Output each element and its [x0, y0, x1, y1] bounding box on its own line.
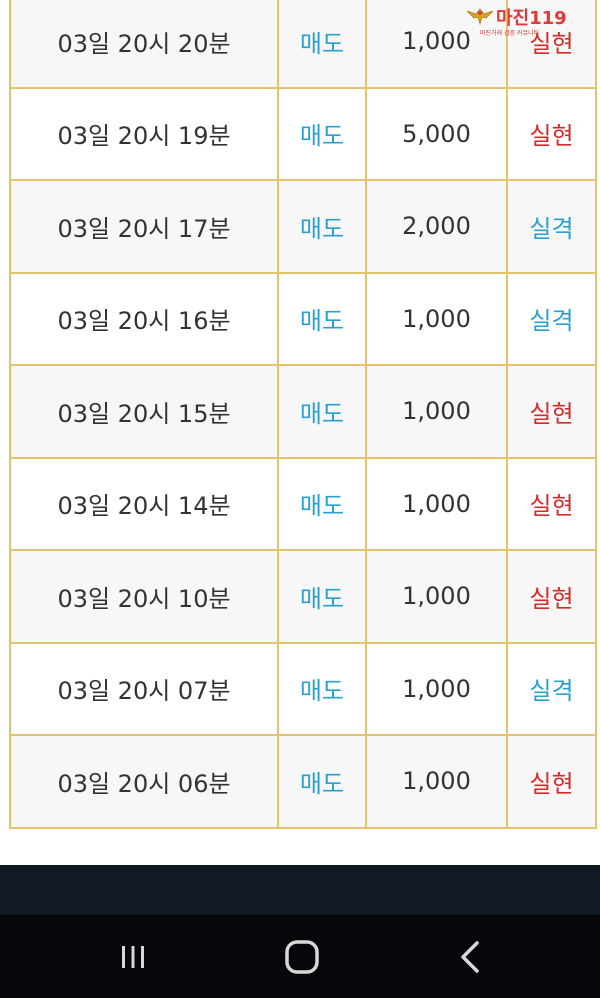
trade-amount: 1,000 [365, 456, 508, 551]
trade-result: 실격 [506, 641, 597, 736]
trade-result: 실현 [506, 364, 597, 459]
table-row: 03일 20시 17분 매도 2,000 실격 [9, 179, 597, 274]
trade-result: 실현 [506, 456, 597, 551]
trade-result: 실현 [506, 734, 597, 829]
back-icon [461, 941, 479, 973]
trade-amount: 1,000 [365, 641, 508, 736]
trade-amount: 1,000 [365, 271, 508, 366]
trade-time: 03일 20시 10분 [9, 549, 279, 644]
trade-type: 매도 [277, 456, 367, 551]
trade-rows: 03일 20시 20분 매도 1,000 실현 03일 20시 19분 매도 5… [9, 0, 597, 829]
recents-icon [122, 946, 144, 968]
trade-time: 03일 20시 16분 [9, 271, 279, 366]
table-row: 03일 20시 06분 매도 1,000 실현 [9, 734, 597, 829]
trade-time: 03일 20시 06분 [9, 734, 279, 829]
logo-tagline: 마진거래 검증 커뮤니티 [480, 30, 540, 37]
trade-time: 03일 20시 17분 [9, 179, 279, 274]
trade-type: 매도 [277, 641, 367, 736]
table-row: 03일 20시 15분 매도 1,000 실현 [9, 364, 597, 459]
eagle-emblem-icon [466, 8, 494, 26]
trade-type: 매도 [277, 549, 367, 644]
trade-result: 실현 [506, 549, 597, 644]
trade-result: 실격 [506, 271, 597, 366]
trade-history-table: 03일 20시 20분 매도 1,000 실현 03일 20시 19분 매도 5… [9, 0, 597, 829]
trade-amount: 1,000 [365, 549, 508, 644]
trade-result: 실격 [506, 179, 597, 274]
trade-amount: 1,000 [365, 734, 508, 829]
page-footer-band [0, 865, 600, 915]
trade-amount: 5,000 [365, 86, 508, 181]
table-row: 03일 20시 16분 매도 1,000 실격 [9, 271, 597, 366]
home-button[interactable] [272, 932, 332, 982]
table-row: 03일 20시 14분 매도 1,000 실현 [9, 456, 597, 551]
trade-type: 매도 [277, 179, 367, 274]
recents-button[interactable] [103, 932, 163, 982]
trade-result: 실현 [506, 86, 597, 181]
trade-time: 03일 20시 19분 [9, 86, 279, 181]
trade-type: 매도 [277, 0, 367, 89]
watermark-logo: 마진119 마진거래 검증 커뮤니티 [466, 2, 594, 42]
home-icon [285, 940, 319, 974]
trade-time: 03일 20시 15분 [9, 364, 279, 459]
android-navigation-bar [0, 915, 600, 998]
table-row: 03일 20시 07분 매도 1,000 실격 [9, 641, 597, 736]
trade-type: 매도 [277, 364, 367, 459]
table-row: 03일 20시 10분 매도 1,000 실현 [9, 549, 597, 644]
trade-time: 03일 20시 07분 [9, 641, 279, 736]
trade-time: 03일 20시 20분 [9, 0, 279, 89]
trade-type: 매도 [277, 271, 367, 366]
trade-history-table-wrap: 03일 20시 20분 매도 1,000 실현 03일 20시 19분 매도 5… [9, 0, 597, 829]
trade-type: 매도 [277, 86, 367, 181]
table-row: 03일 20시 19분 매도 5,000 실현 [9, 86, 597, 181]
trade-amount: 1,000 [365, 364, 508, 459]
back-button[interactable] [440, 932, 500, 982]
trade-time: 03일 20시 14분 [9, 456, 279, 551]
logo-brand-text: 마진119 [496, 8, 567, 29]
trade-type: 매도 [277, 734, 367, 829]
trade-amount: 2,000 [365, 179, 508, 274]
